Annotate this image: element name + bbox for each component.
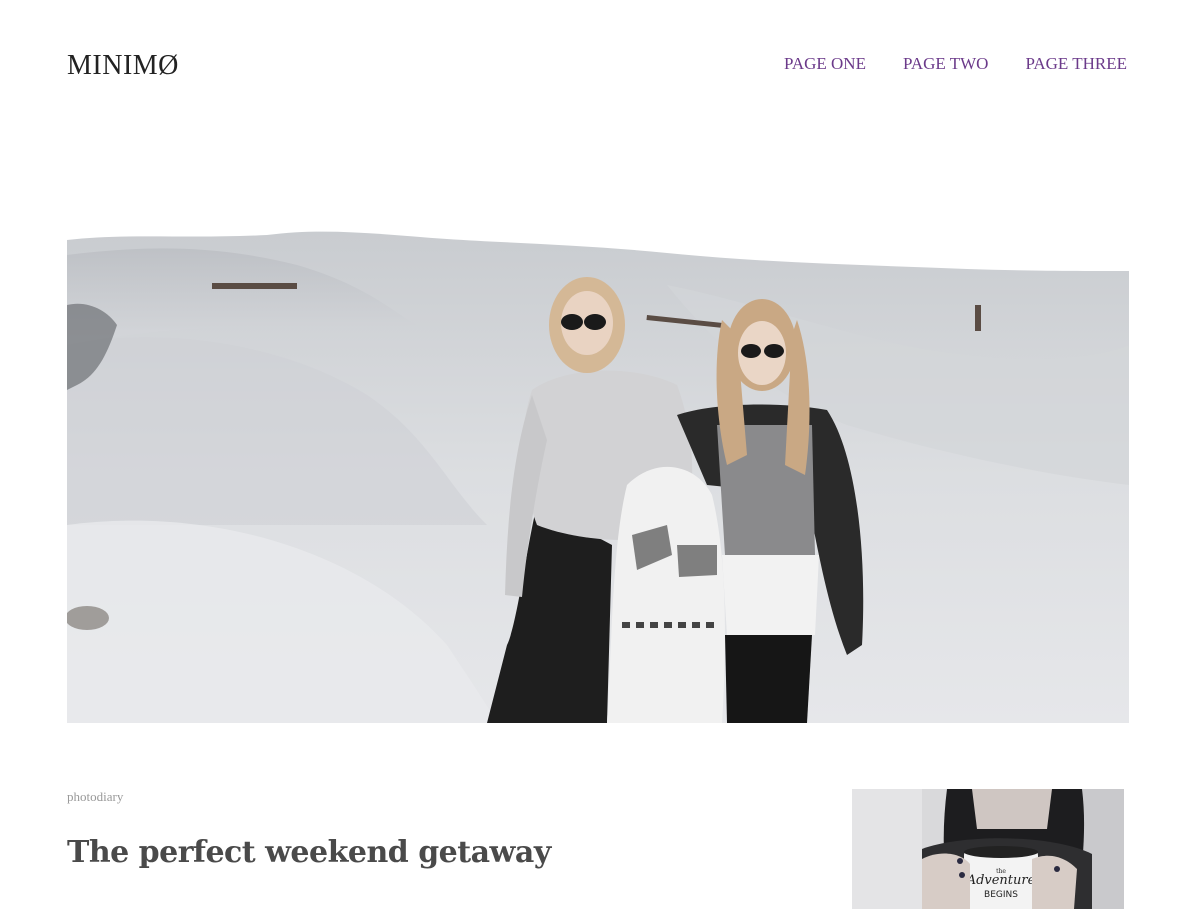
mug-photo-illustration: the Adventure BEGINS [852,789,1124,909]
mug-text-main: Adventure [966,873,1036,888]
blanket-figure [607,466,725,723]
post-thumbnail[interactable]: the Adventure BEGINS [852,789,1124,909]
hero-photo-illustration [67,225,1129,723]
site-logo[interactable]: MINIMØ [67,52,179,80]
nav-link-page-two[interactable]: PAGE TWO [903,55,988,73]
hero-image[interactable] [67,225,1129,723]
nav-link-page-one[interactable]: PAGE ONE [784,55,866,73]
main-nav: PAGE ONE PAGE TWO PAGE THREE [784,55,1127,73]
post-category[interactable]: photodiary [67,789,123,805]
nav-link-page-three[interactable]: PAGE THREE [1025,55,1127,73]
site-header: MINIMØ PAGE ONE PAGE TWO PAGE THREE [67,46,1127,86]
post-title[interactable]: The perfect weekend getaway [67,835,551,870]
mug-text-sub: BEGINS [984,890,1018,900]
